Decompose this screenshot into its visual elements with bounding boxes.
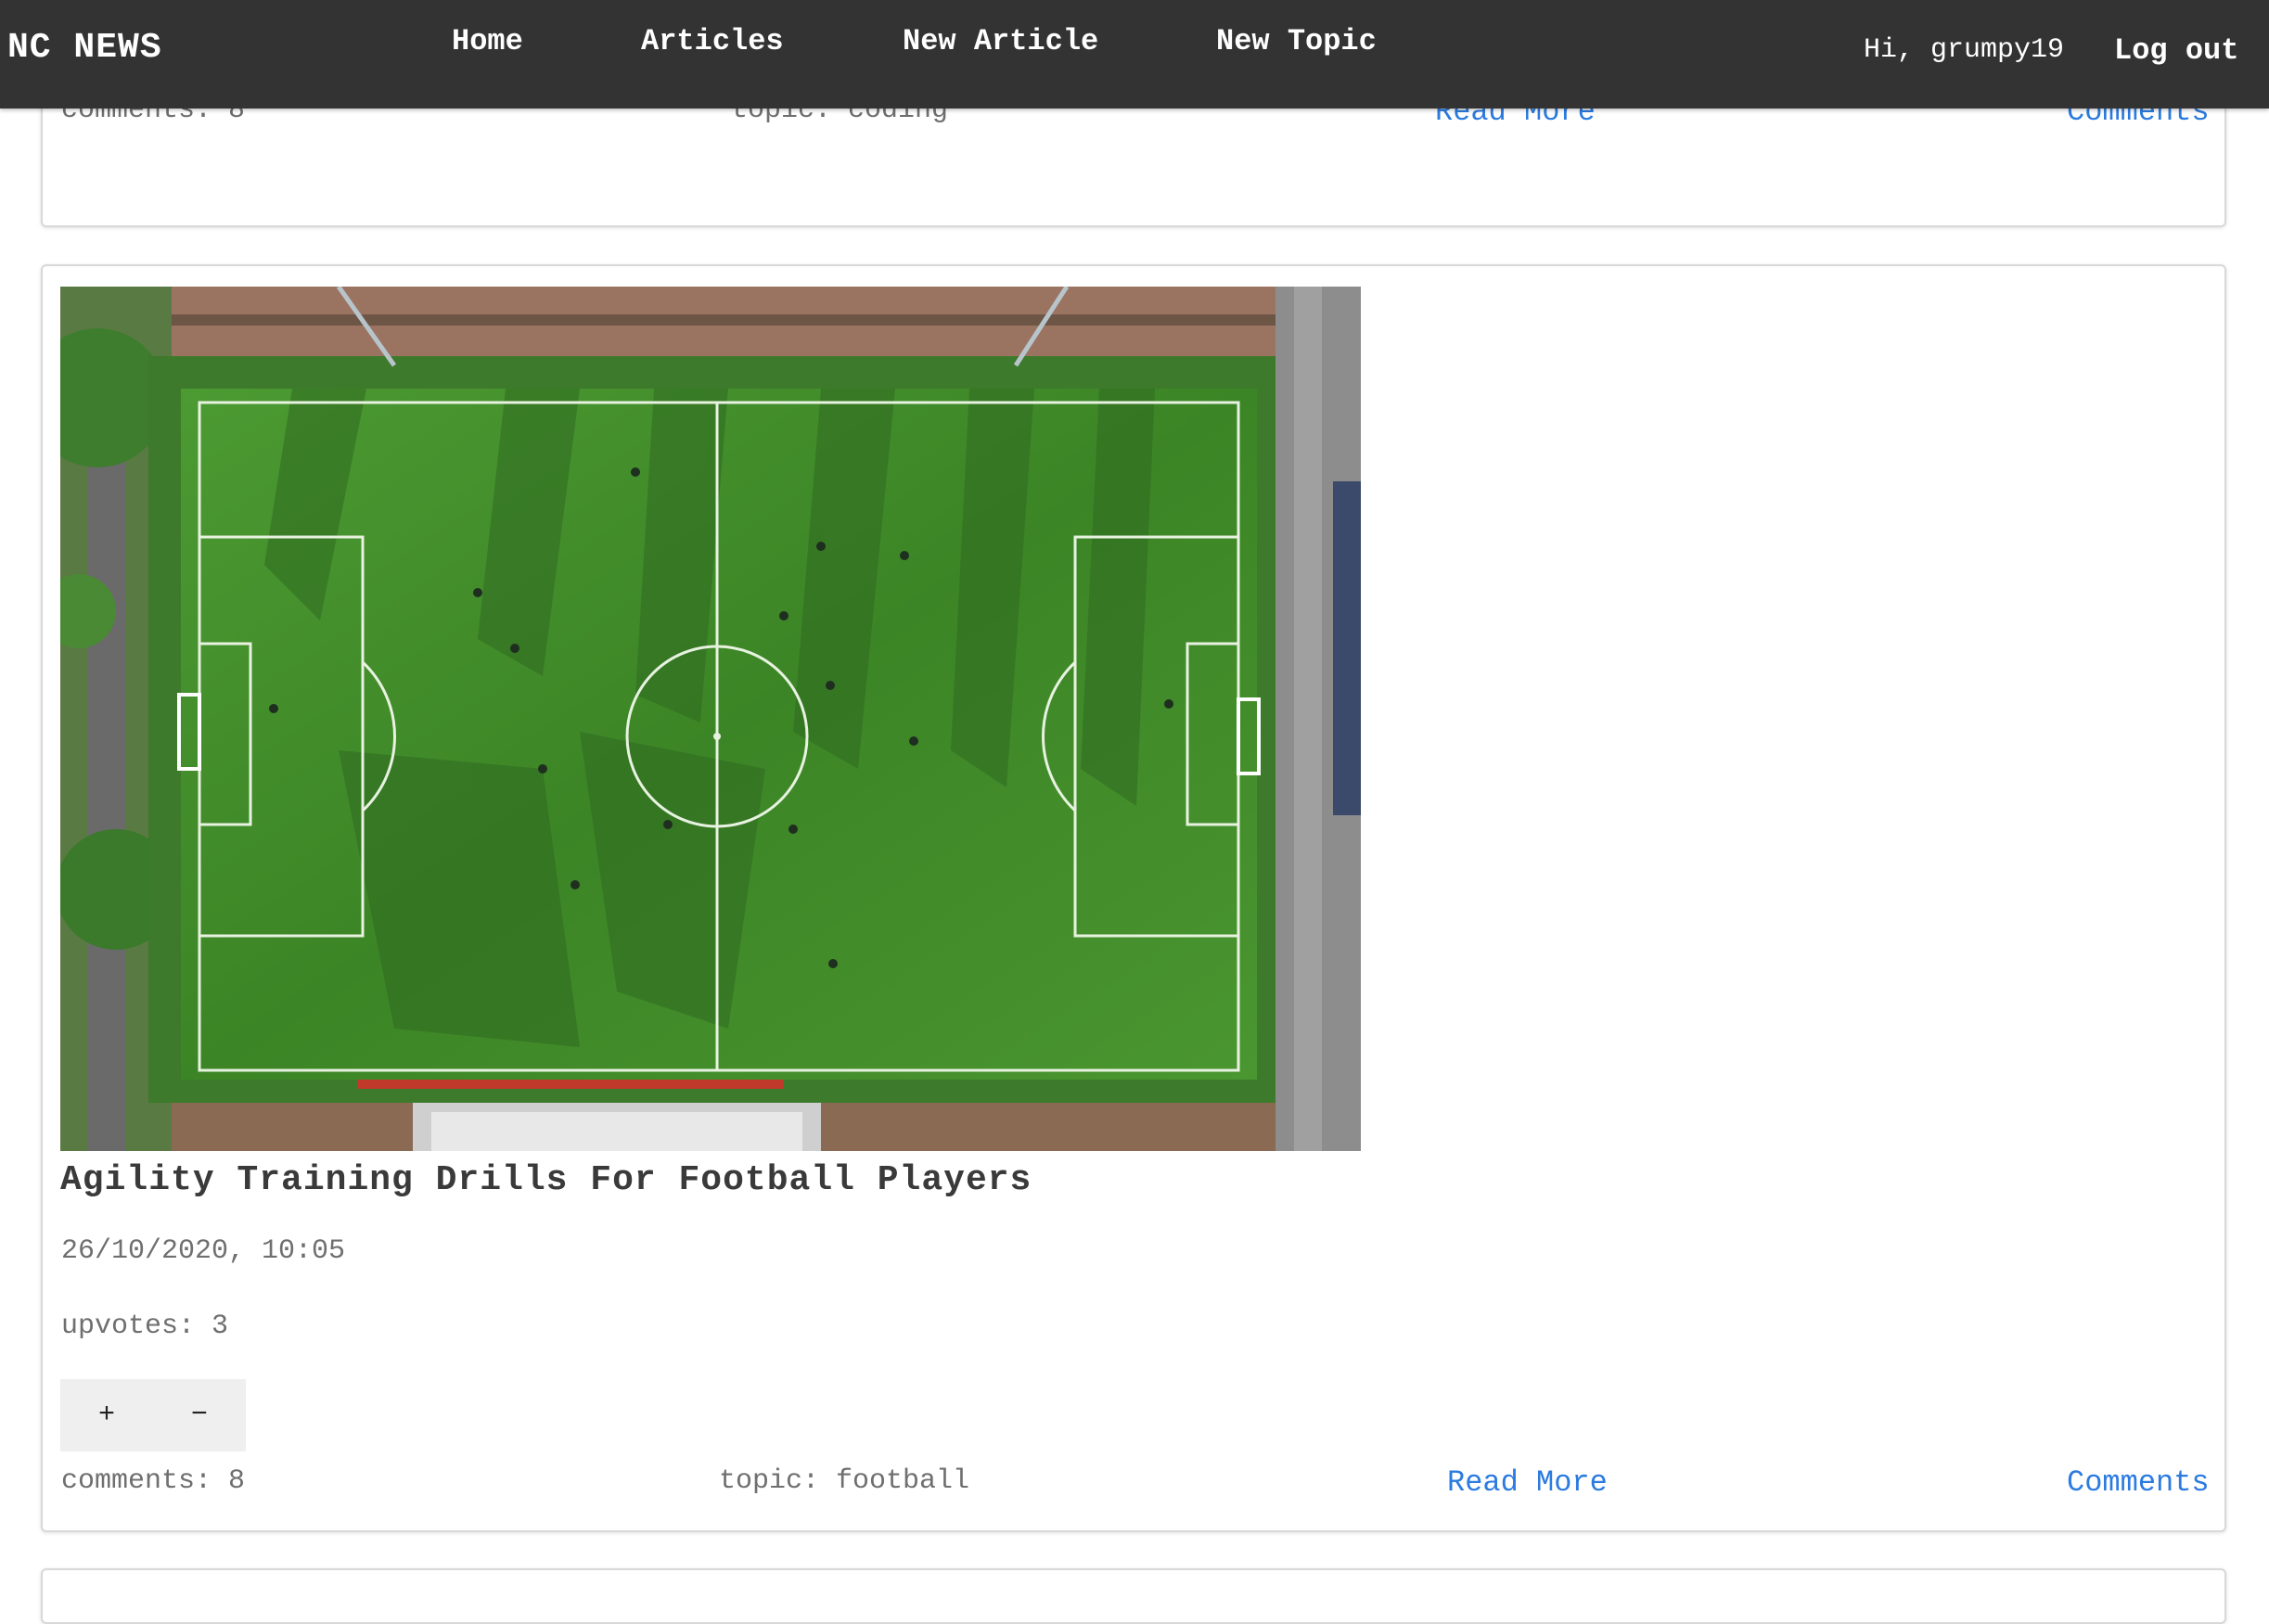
vote-buttons: + −	[60, 1379, 246, 1451]
article-image	[60, 287, 1361, 1151]
logout-button[interactable]: Log out	[2114, 33, 2238, 68]
article-title[interactable]: Agility Training Drills For Football Pla…	[60, 1160, 1032, 1200]
article-card: Agility Training Drills For Football Pla…	[41, 264, 2226, 1532]
user-greeting: Hi, grumpy19	[1864, 34, 2065, 66]
article-topic: topic: football	[719, 1465, 970, 1497]
read-more-link[interactable]: Read More	[1447, 1465, 1608, 1500]
brand-logo[interactable]: NC NEWS	[7, 28, 162, 68]
nav-articles-link[interactable]: Articles	[641, 24, 784, 58]
nav-new-article-link[interactable]: New Article	[903, 24, 1098, 58]
upvote-button[interactable]: +	[60, 1379, 153, 1451]
downvote-button[interactable]: −	[153, 1379, 246, 1451]
navbar: NC NEWS Home Articles New Article New To…	[0, 0, 2269, 109]
nav-new-topic-link[interactable]: New Topic	[1216, 24, 1377, 58]
nav-home-link[interactable]: Home	[452, 24, 523, 58]
upvote-count: upvotes: 3	[61, 1311, 229, 1342]
article-date: 26/10/2020, 10:05	[61, 1235, 346, 1267]
article-card	[41, 1568, 2226, 1624]
comments-link[interactable]: Comments	[2067, 1465, 2210, 1500]
comment-count: comments: 8	[61, 1465, 246, 1497]
